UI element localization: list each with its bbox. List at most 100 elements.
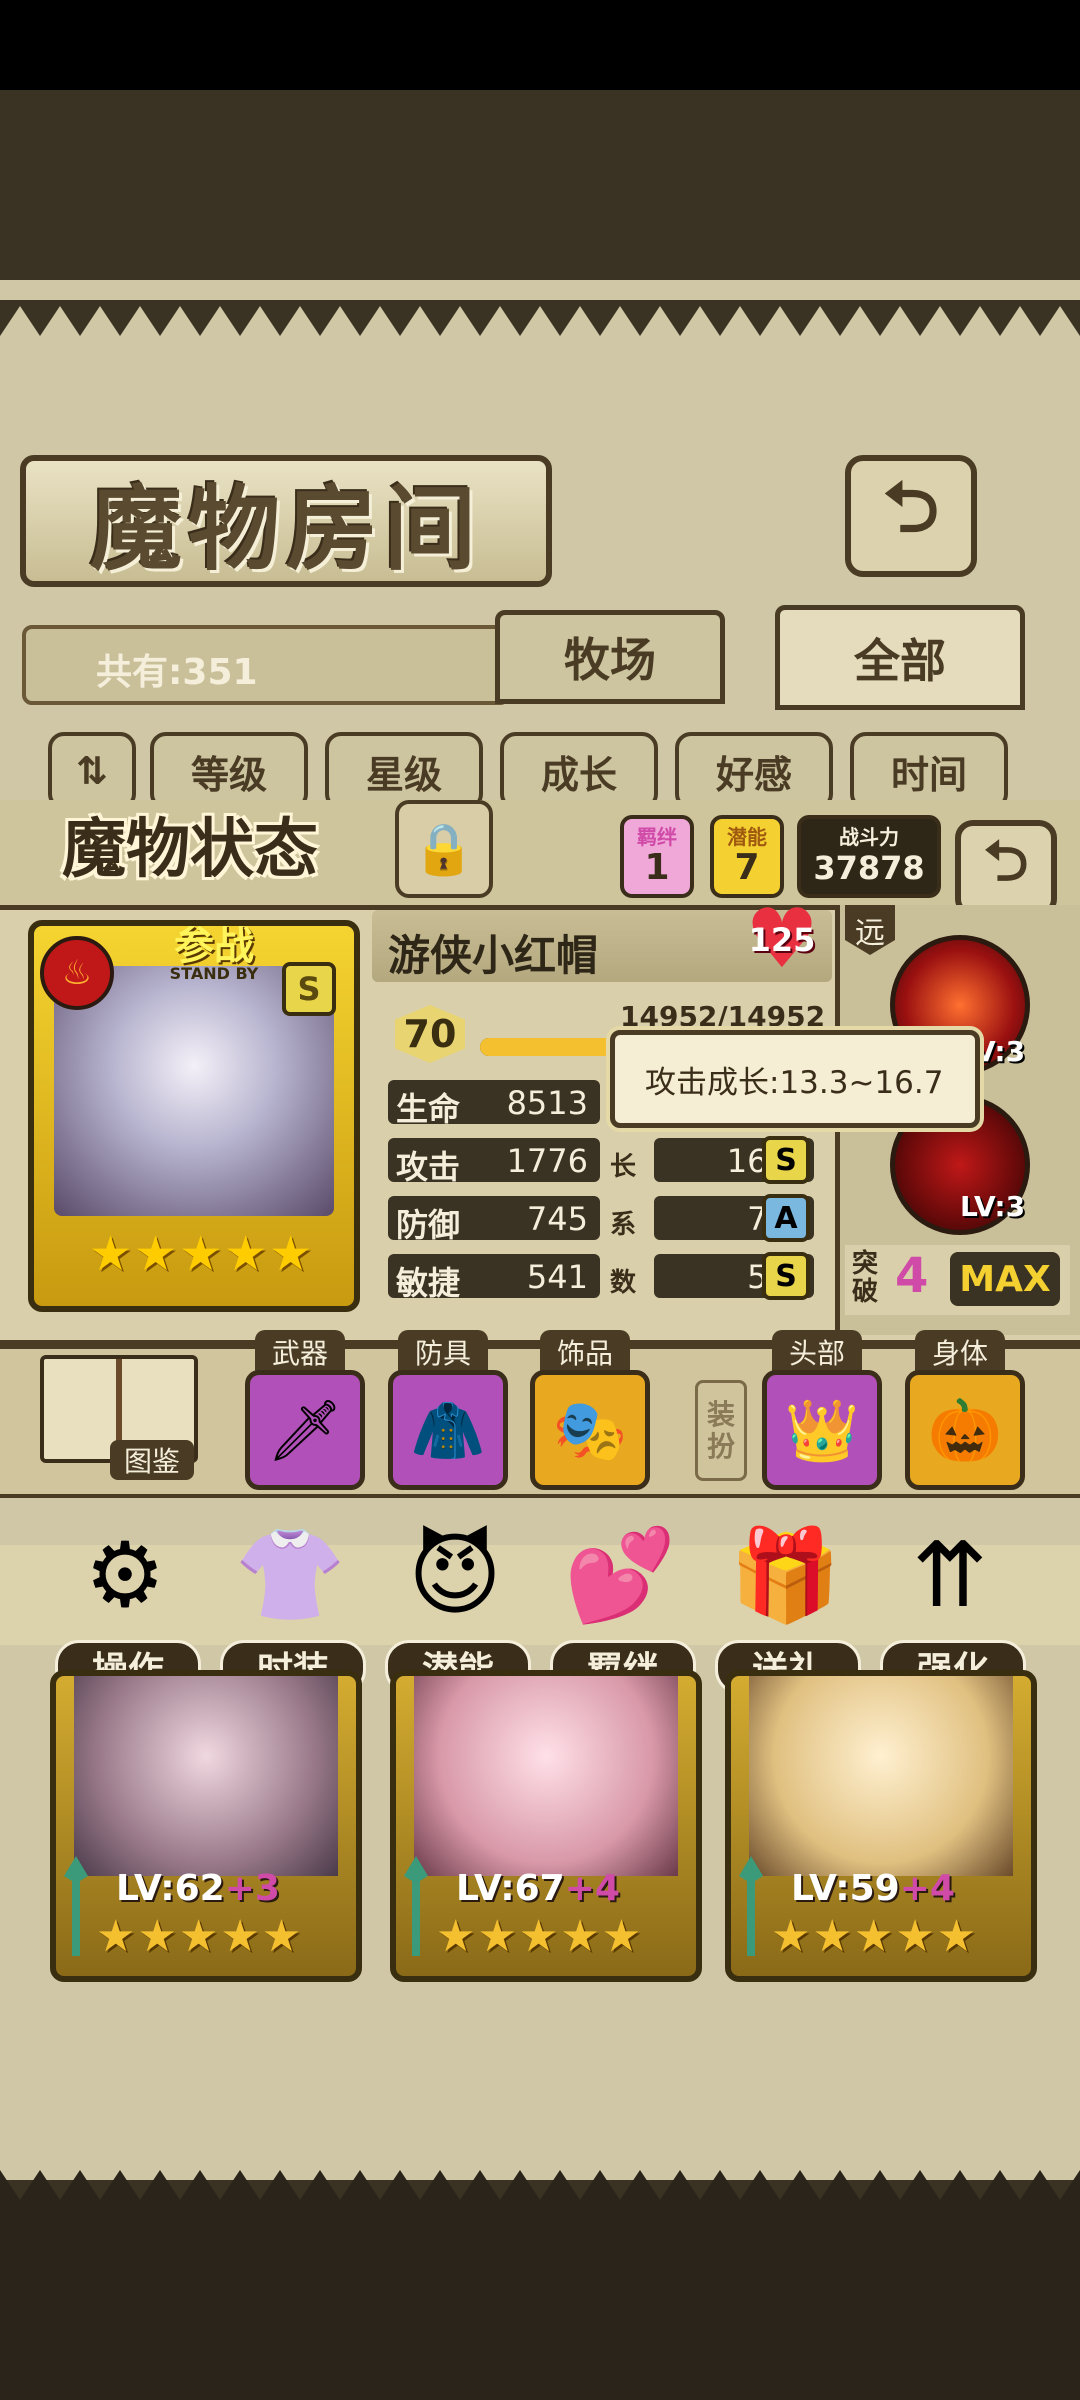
growth-grade-badge: S xyxy=(762,1252,810,1300)
level-plus: +4 xyxy=(564,1868,620,1909)
sort-time-button[interactable]: 时间 xyxy=(850,732,1008,810)
stat-row-attack: 攻击 1776 xyxy=(388,1138,600,1186)
level-plus: +3 xyxy=(224,1868,280,1909)
tab-all[interactable]: 全部 xyxy=(775,605,1025,710)
level-plus: +4 xyxy=(899,1868,955,1909)
potential-badge: 潜能 7 xyxy=(710,815,784,898)
bottom-zigzag-border xyxy=(0,2170,1080,2206)
max-button[interactable]: MAX xyxy=(950,1252,1060,1306)
standby-sub-label: STAND BY xyxy=(169,964,259,983)
hearts-icon: 💕 xyxy=(563,1522,677,1628)
slot-label-body: 身体 xyxy=(915,1330,1005,1374)
equip-slot-body[interactable]: 🎃 xyxy=(905,1370,1025,1490)
breakthrough-value: 4 xyxy=(895,1248,929,1304)
affection-value: 125 xyxy=(748,921,816,959)
fire-element-icon: ♨ xyxy=(40,936,114,1010)
sort-growth-button[interactable]: 成长 xyxy=(500,732,658,810)
codex-button[interactable]: 图鉴 xyxy=(40,1355,198,1485)
stat-value: 8513 xyxy=(506,1084,588,1122)
monster-list-card[interactable]: LV:67+4 ★★★★★ xyxy=(390,1670,702,1982)
potential-button[interactable]: 😈 潜能 xyxy=(385,1515,531,1694)
growth-tooltip: 攻击成长:13.3~16.7 xyxy=(610,1030,980,1128)
equip-slot-accessory[interactable]: 🎭 xyxy=(530,1370,650,1490)
lock-icon: 🔒 xyxy=(412,819,476,878)
star-rating: ★★★★★ xyxy=(436,1911,644,1962)
breakthrough-label: 突破 xyxy=(852,1249,879,1307)
tab-all-label: 全部 xyxy=(854,633,946,688)
combat-power-value: 37878 xyxy=(813,848,925,887)
sort-order-icon: ⇅ xyxy=(76,749,108,793)
growth-grade-badge: S xyxy=(762,1136,810,1184)
tooltip-text: 攻击成长:13.3~16.7 xyxy=(645,1065,944,1101)
level-text: LV:59 xyxy=(791,1868,900,1909)
sort-affection-button[interactable]: 好感 xyxy=(675,732,833,810)
stat-row-defense: 防御 745 xyxy=(388,1196,600,1244)
hp-text: 14952/14952 xyxy=(620,1000,826,1033)
return-arrow-icon: ⮌ xyxy=(882,465,940,548)
standby-badge: 参战 STAND BY xyxy=(124,926,304,982)
return-arrow-icon: ⮌ xyxy=(983,829,1029,894)
stat-value: 745 xyxy=(526,1200,588,1238)
sort-level-label: 等级 xyxy=(190,752,267,797)
monster-card[interactable]: ♨ 参战 STAND BY S ★★★★★ xyxy=(28,920,360,1312)
stat-row-hp: 生命 8513 xyxy=(388,1080,600,1128)
outfit-icon: 👚 xyxy=(233,1522,347,1628)
skill-level: LV:3 xyxy=(960,1190,1026,1223)
tab-ranch-label: 牧场 xyxy=(564,633,656,687)
status-close-button[interactable]: ⮌ xyxy=(955,820,1057,917)
sort-star-button[interactable]: 星级 xyxy=(325,732,483,810)
operate-button[interactable]: ⚙ 操作 xyxy=(55,1515,201,1694)
monster-list-card[interactable]: LV:62+3 ★★★★★ xyxy=(50,1670,362,1982)
dress-up-button[interactable]: 装扮 xyxy=(695,1380,747,1481)
max-label: MAX xyxy=(959,1258,1051,1300)
demon-icon: 😈 xyxy=(408,1522,502,1628)
mask-icon: 🎭 xyxy=(552,1395,628,1466)
room-title-text: 魔物房间 xyxy=(89,475,482,583)
standby-label: 参战 xyxy=(174,923,254,969)
top-zigzag-border xyxy=(0,300,1080,336)
monster-name: 游侠小红帽 xyxy=(388,931,599,980)
star-rating: ★★★★★ xyxy=(771,1911,979,1962)
bond-value: 1 xyxy=(644,846,670,888)
sort-affection-label: 好感 xyxy=(715,752,792,797)
codex-label: 图鉴 xyxy=(110,1440,194,1480)
status-title: 魔物状态 xyxy=(10,800,370,888)
potential-value: 7 xyxy=(734,846,760,888)
equip-slot-armor[interactable]: 🧥 xyxy=(388,1370,508,1490)
enhance-button[interactable]: ⇈ 强化 xyxy=(880,1515,1026,1694)
equip-slot-weapon[interactable]: 🗡 xyxy=(245,1370,365,1490)
stat-value: 541 xyxy=(526,1258,588,1296)
crown-icon: 👑 xyxy=(784,1395,860,1466)
lock-button[interactable]: 🔒 xyxy=(395,800,493,898)
owned-count: 共有:351 xyxy=(96,652,258,693)
slot-label-armor: 防具 xyxy=(398,1330,488,1374)
monster-list-level: LV:67+4 xyxy=(456,1868,620,1909)
affection-heart: ♥ 125 xyxy=(742,899,822,981)
bond-button[interactable]: 💕 羁绊 xyxy=(550,1515,696,1694)
monster-portrait xyxy=(749,1676,1013,1876)
stat-key: 攻击 xyxy=(396,1148,461,1186)
gift-icon: 🎁 xyxy=(728,1522,842,1628)
combat-power-label: 战斗力 xyxy=(839,824,899,849)
upgrade-arrows-icon: ⇈ xyxy=(912,1522,988,1628)
monster-list-level: LV:59+4 xyxy=(791,1868,955,1909)
growth-side-label: 数 xyxy=(610,1268,637,1298)
bottom-background xyxy=(0,2200,1080,2400)
monster-list-card[interactable]: LV:59+4 ★★★★★ xyxy=(725,1670,1037,1982)
costume-button[interactable]: 👚 时装 xyxy=(220,1515,366,1694)
sort-time-label: 时间 xyxy=(890,752,967,797)
stat-row-agility: 敏捷 541 xyxy=(388,1254,600,1302)
owned-count-bar: 共有:351 xyxy=(22,625,510,705)
sort-growth-label: 成长 xyxy=(540,752,617,797)
stat-key: 敏捷 xyxy=(396,1264,461,1302)
gift-button[interactable]: 🎁 送礼 xyxy=(715,1515,861,1694)
room-back-button[interactable]: ⮌ xyxy=(845,455,977,577)
monster-portrait xyxy=(74,1676,338,1876)
cloak-icon: 🧥 xyxy=(410,1395,486,1466)
growth-side-label: 长 xyxy=(610,1152,637,1182)
equip-slot-head[interactable]: 👑 xyxy=(762,1370,882,1490)
rank-badge: S xyxy=(282,962,336,1016)
tab-ranch[interactable]: 牧场 xyxy=(495,610,725,704)
monster-list-level: LV:62+3 xyxy=(116,1868,280,1909)
gear-icon: ⚙ xyxy=(84,1522,166,1628)
